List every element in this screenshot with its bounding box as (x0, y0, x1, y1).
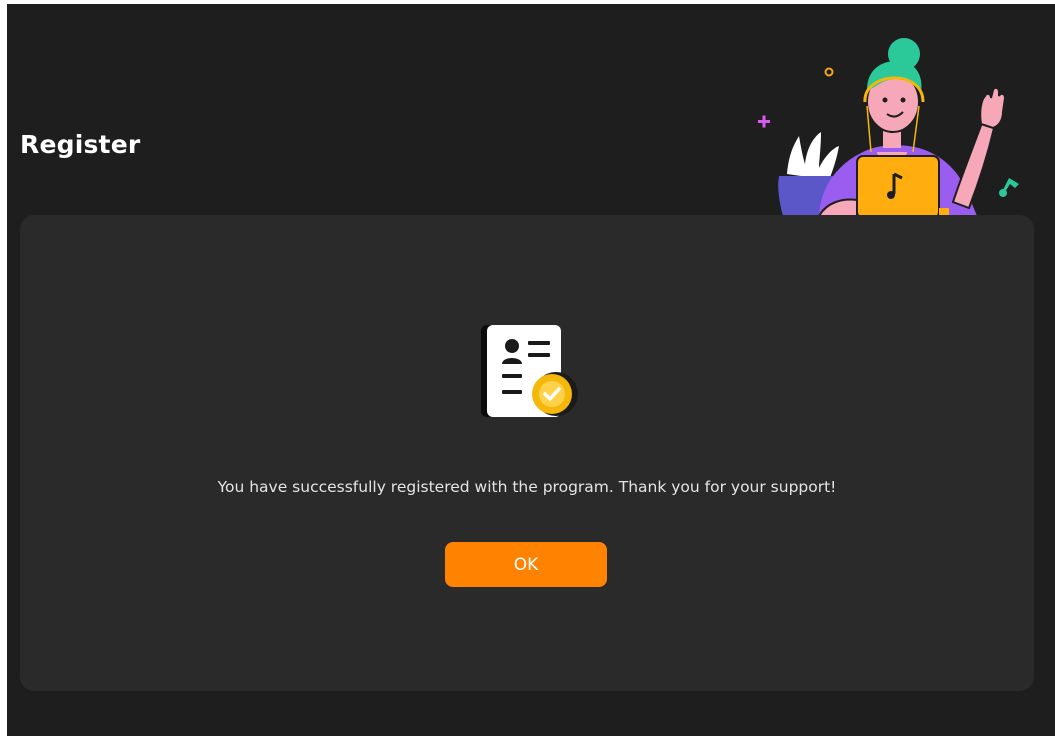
woman-with-laptop-illustration (758, 38, 1019, 216)
plant-decoration (787, 132, 839, 180)
registration-certificate-check-icon (481, 325, 578, 417)
plus-decoration (758, 115, 770, 128)
laptop (856, 155, 949, 216)
register-window: Register You have successfully registere… (7, 4, 1055, 736)
success-message: You have successfully registered with th… (217, 478, 837, 496)
dot-decoration (824, 67, 834, 77)
page-title: Register (20, 130, 141, 159)
success-dialog: You have successfully registered with th… (20, 215, 1034, 691)
music-note-decoration (999, 178, 1019, 197)
ok-button[interactable]: OK (445, 542, 607, 587)
